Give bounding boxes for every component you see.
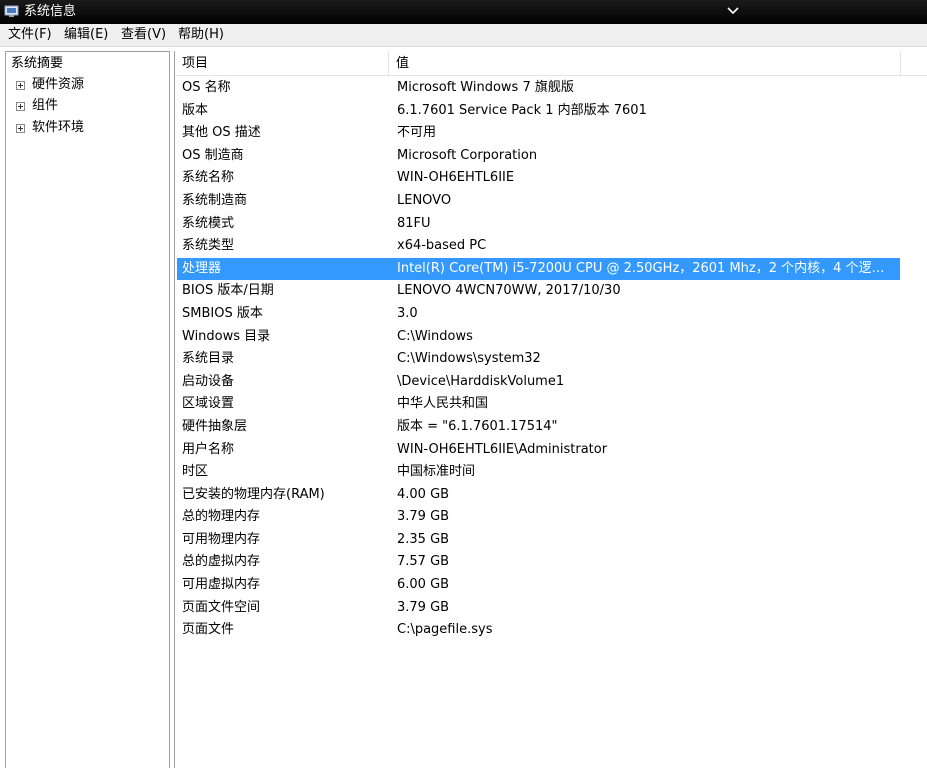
row-item-cell: OS 制造商 (182, 147, 244, 163)
row-item-cell: Windows 目录 (182, 328, 271, 344)
row-value-cell: 6.1.7601 Service Pack 1 内部版本 7601 (397, 102, 647, 118)
row-item-cell: SMBIOS 版本 (182, 305, 263, 321)
details-list: 项目 值 OS 名称 Microsoft Windows 7 旗舰版版本 6.1.7… (174, 51, 927, 768)
menu-file[interactable]: 文件(F) (8, 27, 52, 43)
table-row[interactable]: 版本 6.1.7601 Service Pack 1 内部版本 7601 (175, 100, 927, 123)
row-value-cell: \Device\HarddiskVolume1 (397, 373, 565, 389)
row-item-cell: 总的虚拟内存 (182, 554, 261, 570)
row-item-cell: 系统目录 (182, 351, 235, 367)
row-value-cell: 中华人民共和国 (397, 396, 489, 412)
table-row[interactable]: 已安装的物理内存(RAM) 4.00 GB (175, 484, 927, 507)
row-item-cell: 系统名称 (182, 170, 235, 186)
row-value-cell: LENOVO (397, 192, 452, 208)
row-item-cell: 可用物理内存 (182, 531, 261, 547)
expand-plus-icon[interactable] (16, 81, 25, 90)
row-item-cell: BIOS 版本/日期 (182, 283, 274, 299)
row-value-cell: 2.35 GB (397, 531, 450, 547)
row-item-cell: 版本 (182, 102, 209, 118)
tree-item-label: 系统摘要 (11, 56, 64, 71)
table-row[interactable]: 系统类型 x64-based PC (175, 235, 927, 258)
table-row[interactable]: 页面文件 C:\pagefile.sys (175, 619, 927, 642)
row-value-cell: C:\Windows\system32 (397, 351, 541, 367)
table-row[interactable]: 系统模式 81FU (175, 213, 927, 236)
row-value-cell: C:\Windows (397, 328, 473, 344)
row-item-cell: 页面文件空间 (182, 599, 261, 615)
row-item-cell: 页面文件 (182, 622, 235, 638)
table-row[interactable]: SMBIOS 版本 3.0 (175, 303, 927, 326)
row-item-cell: 可用虚拟内存 (182, 577, 261, 593)
row-item-cell: 已安装的物理内存(RAM) (182, 486, 325, 502)
expand-plus-icon[interactable] (16, 102, 25, 111)
row-value-cell: 3.79 GB (397, 599, 450, 615)
row-value-cell: 版本 = "6.1.7601.17514" (397, 418, 558, 434)
table-row[interactable]: 可用物理内存 2.35 GB (175, 529, 927, 552)
row-value-cell: 7.57 GB (397, 554, 450, 570)
row-item-cell: 启动设备 (182, 373, 235, 389)
table-row[interactable]: 启动设备 \Device\HarddiskVolume1 (175, 371, 927, 394)
chevron-down-icon[interactable] (725, 3, 741, 19)
table-row[interactable]: 系统名称 WIN-OH6EHTL6IIE (175, 167, 927, 190)
table-row[interactable]: 时区 中国标准时间 (175, 461, 927, 484)
row-item-cell: 系统模式 (182, 215, 235, 231)
tree-item-label: 组件 (32, 98, 59, 113)
row-item-cell: 处理器 (182, 260, 222, 276)
row-item-cell: 时区 (182, 464, 209, 480)
row-value-cell: Microsoft Windows 7 旗舰版 (397, 80, 574, 95)
tree-item-label: 软件环境 (32, 120, 85, 135)
row-value-cell: 3.0 (397, 305, 418, 321)
title-bar[interactable]: 系统信息 (0, 0, 927, 24)
row-item-cell: 总的物理内存 (182, 509, 261, 525)
row-item-cell: 硬件抽象层 (182, 418, 248, 434)
row-value-cell: 4.00 GB (397, 486, 450, 502)
row-value-cell: WIN-OH6EHTL6IIE\Administrator (397, 441, 608, 457)
menu-bar: 文件(F) 编辑(E) 查看(V) 帮助(H) (0, 24, 927, 47)
row-value-cell: 不可用 (397, 125, 437, 141)
table-row[interactable]: 可用虚拟内存 6.00 GB (175, 574, 927, 597)
row-value-cell: Intel(R) Core(TM) i5-7200U CPU @ 2.50GHz… (397, 260, 887, 276)
row-value-cell: LENOVO 4WCN70WW, 2017/10/30 (397, 283, 621, 299)
table-row[interactable]: OS 制造商 Microsoft Corporation (175, 145, 927, 168)
table-row[interactable]: 其他 OS 描述 不可用 (175, 122, 927, 145)
table-row[interactable]: 处理器 Intel(R) Core(TM) i5-7200U CPU @ 2.50… (175, 257, 927, 281)
row-value-cell: C:\pagefile.sys (397, 622, 493, 638)
table-row[interactable]: 硬件抽象层 版本 = "6.1.7601.17514" (175, 416, 927, 439)
row-value-cell: 6.00 GB (397, 577, 450, 593)
row-value-cell: 81FU (397, 215, 431, 231)
column-header-value[interactable]: 值 (389, 51, 901, 75)
table-row[interactable]: 用户名称 WIN-OH6EHTL6IIE\Administrator (175, 439, 927, 462)
tree-item-system-summary[interactable]: 系统摘要 (11, 54, 63, 74)
table-row[interactable]: 页面文件空间 3.79 GB (175, 597, 927, 620)
row-item-cell: OS 名称 (182, 80, 231, 95)
table-row[interactable]: 系统制造商 LENOVO (175, 190, 927, 213)
tree-item-label: 硬件资源 (32, 77, 85, 92)
column-header-item[interactable]: 项目 (175, 51, 389, 75)
category-tree: 系统摘要 硬件资源 组件 软件环境 (5, 51, 170, 768)
list-rows: OS 名称 Microsoft Windows 7 旗舰版版本 6.1.7601 S… (175, 77, 927, 642)
row-item-cell: 系统制造商 (182, 192, 248, 208)
table-row[interactable]: 区域设置 中华人民共和国 (175, 393, 927, 416)
menu-edit[interactable]: 编辑(E) (64, 27, 108, 43)
table-row[interactable]: OS 名称 Microsoft Windows 7 旗舰版 (175, 77, 927, 100)
row-item-cell: 其他 OS 描述 (182, 125, 261, 141)
table-row[interactable]: 系统目录 C:\Windows\system32 (175, 348, 927, 371)
row-value-cell: Microsoft Corporation (397, 147, 538, 163)
table-row[interactable]: 总的虚拟内存 7.57 GB (175, 551, 927, 574)
system-info-app-icon (4, 5, 19, 17)
list-header: 项目 值 (175, 51, 927, 76)
row-value-cell: 中国标准时间 (397, 464, 476, 480)
row-value-cell: x64-based PC (397, 238, 487, 254)
menu-view[interactable]: 查看(V) (121, 27, 166, 43)
row-value-cell: 3.79 GB (397, 509, 450, 525)
table-row[interactable]: 总的物理内存 3.79 GB (175, 506, 927, 529)
row-item-cell: 用户名称 (182, 441, 235, 457)
expand-plus-icon[interactable] (16, 124, 25, 133)
table-row[interactable]: Windows 目录 C:\Windows (175, 326, 927, 349)
row-value-cell: WIN-OH6EHTL6IIE (397, 170, 515, 186)
window-title: 系统信息 (24, 4, 77, 19)
table-row[interactable]: BIOS 版本/日期 LENOVO 4WCN70WW, 2017/10/30 (175, 280, 927, 303)
menu-help[interactable]: 帮助(H) (178, 27, 224, 43)
row-item-cell: 区域设置 (182, 396, 235, 412)
row-item-cell: 系统类型 (182, 238, 235, 254)
